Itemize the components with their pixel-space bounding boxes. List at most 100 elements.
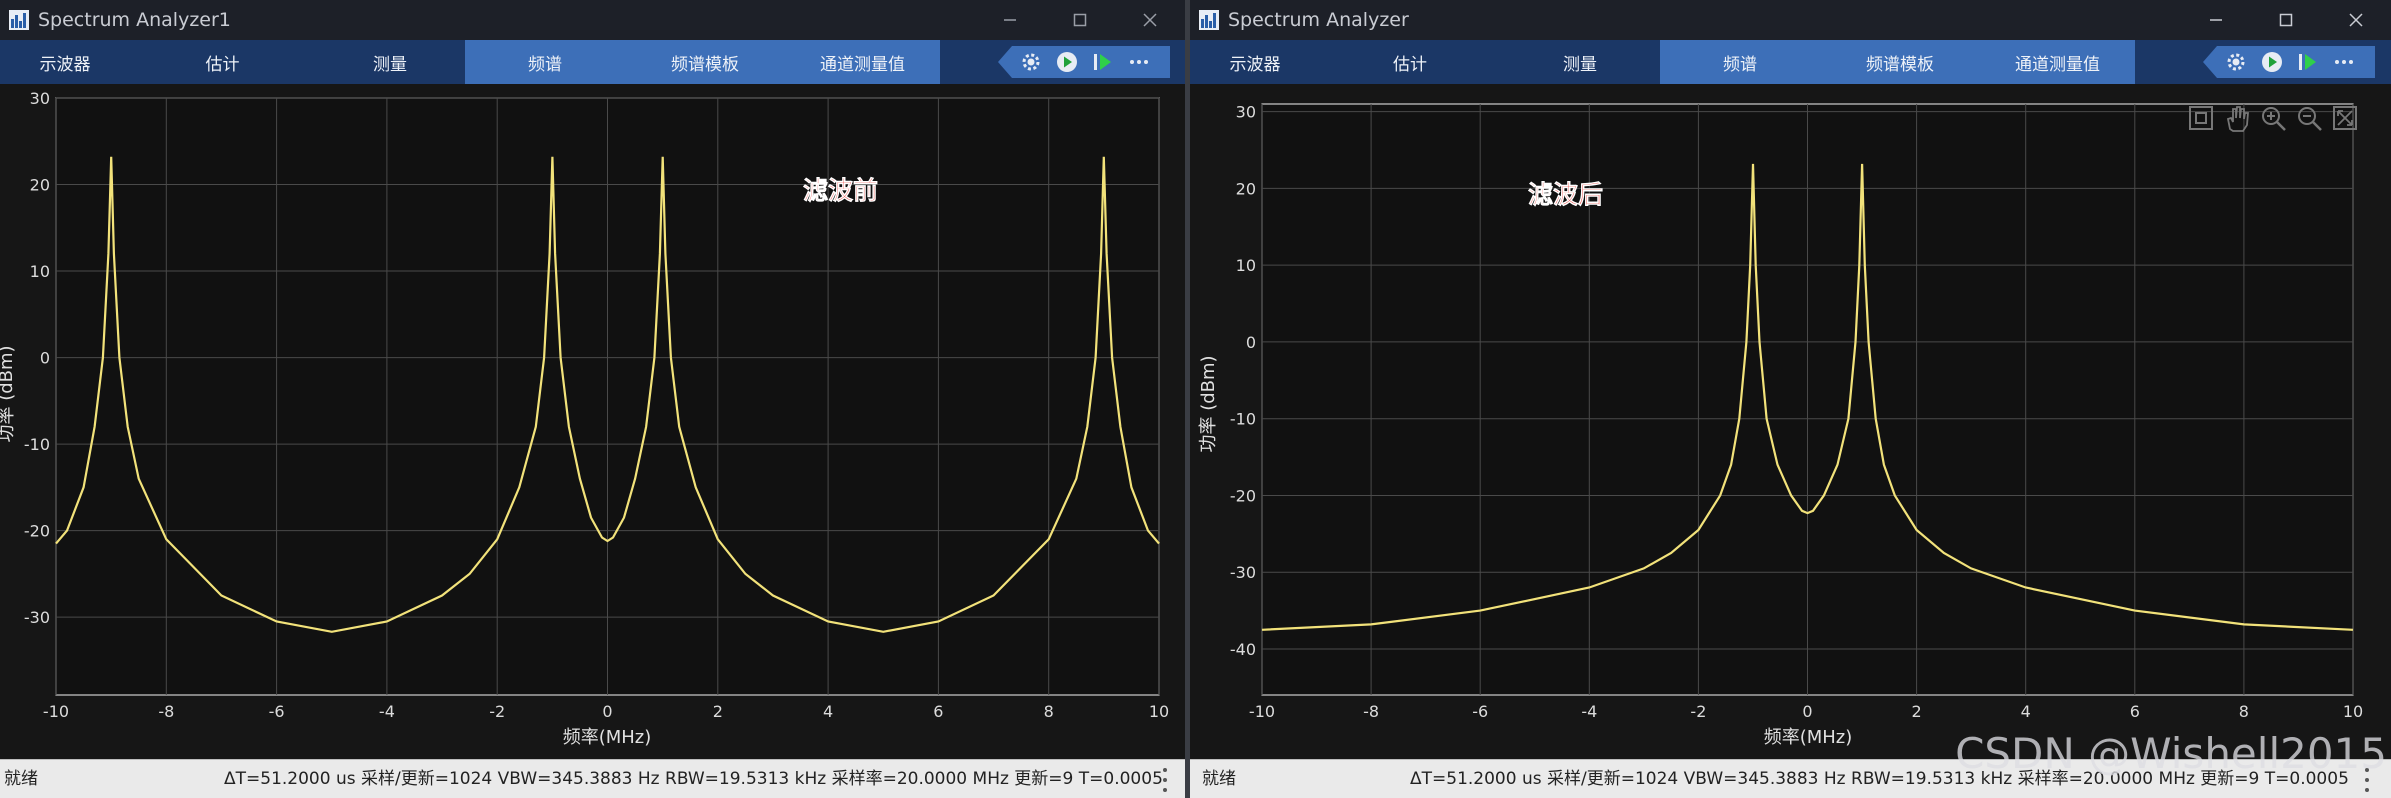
x-tick-label: -8 <box>158 702 174 721</box>
spectrum-analyzer-window-1: Spectrum Analyzer1 示波器 估计 测量 频谱 频谱模板 通道测… <box>0 0 1185 798</box>
tab-measure[interactable]: 测量 <box>1500 40 1660 84</box>
spectrum-plot[interactable]: -10 -8 -6 -4 -2 0 2 4 6 8 10 -30 -20 -10 0 10 20 30 滤波前 频… <box>0 84 1185 759</box>
tab-label: 测量 <box>1563 54 1597 75</box>
run-button[interactable] <box>1052 49 1082 75</box>
run-icon <box>1057 52 1077 72</box>
tab-spectral-mask[interactable]: 频谱模板 <box>625 40 785 84</box>
x-tick-label: -4 <box>379 702 395 721</box>
run-icon <box>2262 52 2282 72</box>
y-tick-label: -40 <box>1230 640 1256 659</box>
y-tick-label: 0 <box>40 349 50 368</box>
more-options-button[interactable] <box>2329 49 2359 75</box>
settings-button[interactable] <box>2221 49 2251 75</box>
app-icon <box>1199 10 1219 30</box>
x-tick-label: -6 <box>1472 702 1488 721</box>
x-tick-label: 10 <box>1149 702 1169 721</box>
maximize-button[interactable] <box>2251 0 2321 40</box>
close-button[interactable] <box>2321 0 2391 40</box>
tab-measure[interactable]: 测量 <box>315 40 465 84</box>
watermark: CSDN @Wishell2015 <box>1955 729 2387 778</box>
y-tick-label: 0 <box>1246 333 1256 352</box>
x-tick-label: 4 <box>823 702 833 721</box>
tab-scope[interactable]: 示波器 <box>0 40 130 84</box>
x-tick-label: 6 <box>2130 702 2140 721</box>
minimize-icon <box>2210 19 2222 21</box>
tab-spectrum[interactable]: 频谱 <box>1660 40 1820 84</box>
status-grip-icon[interactable] <box>1160 768 1170 792</box>
toolstrip-tabs: 示波器 估计 测量 频谱 频谱模板 通道测量值 <box>0 40 940 84</box>
y-tick-label: -10 <box>1230 410 1256 429</box>
y-tick-label: 10 <box>1236 256 1256 275</box>
y-tick-label: -30 <box>1230 563 1256 582</box>
toolstrip-tabs: 示波器 估计 测量 频谱 频谱模板 通道测量值 <box>1190 40 2135 84</box>
status-measurements: ΔT=51.2000 us 采样/更新=1024 VBW=345.3883 Hz… <box>224 769 1163 789</box>
step-forward-icon <box>2299 54 2316 70</box>
spectrum-chart: -10 -8 -6 -4 -2 0 2 4 6 8 10-30-20-100102030 滤波前 频… <box>0 89 1169 748</box>
step-forward-button[interactable] <box>1088 49 1118 75</box>
more-options-button[interactable] <box>1124 49 1154 75</box>
tab-label: 估计 <box>1393 54 1427 75</box>
tab-label: 频谱模板 <box>1866 54 1934 75</box>
tab-label: 频谱 <box>1723 54 1757 75</box>
x-tick-label: 6 <box>933 702 943 721</box>
x-tick-label: -10 <box>1249 702 1275 721</box>
x-tick-label: -10 <box>43 702 69 721</box>
status-ready: 就绪 <box>1202 769 1236 789</box>
x-tick-label: 8 <box>1044 702 1054 721</box>
tab-spectrum[interactable]: 频谱 <box>465 40 625 84</box>
settings-button[interactable] <box>1016 49 1046 75</box>
y-tick-label: -20 <box>1230 486 1256 505</box>
x-tick-label: -2 <box>489 702 505 721</box>
maximize-button[interactable] <box>1045 0 1115 40</box>
y-tick-label: 30 <box>30 89 50 108</box>
spectrum-analyzer-window-2: Spectrum Analyzer 示波器 估计 测量 频谱 频谱模板 通道测量… <box>1190 0 2391 798</box>
minimize-icon <box>1004 19 1016 21</box>
tab-label: 示波器 <box>39 54 91 75</box>
tab-label: 通道测量值 <box>2015 54 2100 75</box>
tab-scope[interactable]: 示波器 <box>1190 40 1320 84</box>
spectrum-plot[interactable]: -10 -8 -6 -4 -2 0 2 4 6 8 10 -40 -30 -20 -10 0 10 20 30 <box>1190 84 2391 759</box>
maximize-icon <box>2279 13 2293 27</box>
x-tick-label: 10 <box>2343 702 2363 721</box>
spectrum-chart: -10 -8 -6 -4 -2 0 2 4 6 8 10-40-30-20-100102030 <box>1198 103 2363 748</box>
tab-label: 频谱 <box>528 54 562 75</box>
status-bar: 就绪 ΔT=51.2000 us 采样/更新=1024 VBW=345.3883… <box>0 759 1185 798</box>
title-bar[interactable]: Spectrum Analyzer1 <box>0 0 1185 40</box>
close-icon <box>2349 13 2363 27</box>
x-tick-label: 2 <box>1912 702 1922 721</box>
y-tick-label: -20 <box>24 522 50 541</box>
tab-estimate[interactable]: 估计 <box>1320 40 1500 84</box>
y-tick-label: 20 <box>1236 179 1256 198</box>
window-title: Spectrum Analyzer1 <box>38 9 231 31</box>
x-tick-label: 0 <box>602 702 612 721</box>
title-bar[interactable]: Spectrum Analyzer <box>1190 0 2391 40</box>
minimize-button[interactable] <box>975 0 1045 40</box>
close-icon <box>1143 13 1157 27</box>
maximize-icon <box>1073 13 1087 27</box>
run-button[interactable] <box>2257 49 2287 75</box>
y-tick-label: 20 <box>30 176 50 195</box>
x-tick-label: 8 <box>2239 702 2249 721</box>
tab-channel-measurements[interactable]: 通道测量值 <box>785 40 940 84</box>
quick-access-bar <box>998 46 1170 78</box>
tab-label: 通道测量值 <box>820 54 905 75</box>
x-tick-label: 4 <box>2021 702 2031 721</box>
tab-spectral-mask[interactable]: 频谱模板 <box>1820 40 1980 84</box>
tab-channel-measurements[interactable]: 通道测量值 <box>1980 40 2135 84</box>
minimize-button[interactable] <box>2181 0 2251 40</box>
x-tick-label: -4 <box>1581 702 1597 721</box>
x-tick-label: -6 <box>269 702 285 721</box>
close-button[interactable] <box>1115 0 1185 40</box>
annotation-after-filter: 滤波后 <box>1528 180 1603 209</box>
y-axis-label: 功率 (dBm) <box>0 345 17 442</box>
tab-label: 频谱模板 <box>671 54 739 75</box>
tab-label: 估计 <box>205 54 240 75</box>
step-forward-button[interactable] <box>2293 49 2323 75</box>
app-icon <box>9 10 29 30</box>
window-title: Spectrum Analyzer <box>1228 9 1409 31</box>
y-axis-label: 功率 (dBm) <box>1198 355 1219 452</box>
status-ready: 就绪 <box>4 769 38 789</box>
y-tick-label: 30 <box>1236 103 1256 122</box>
tab-estimate[interactable]: 估计 <box>130 40 315 84</box>
y-tick-label: -30 <box>24 608 50 627</box>
